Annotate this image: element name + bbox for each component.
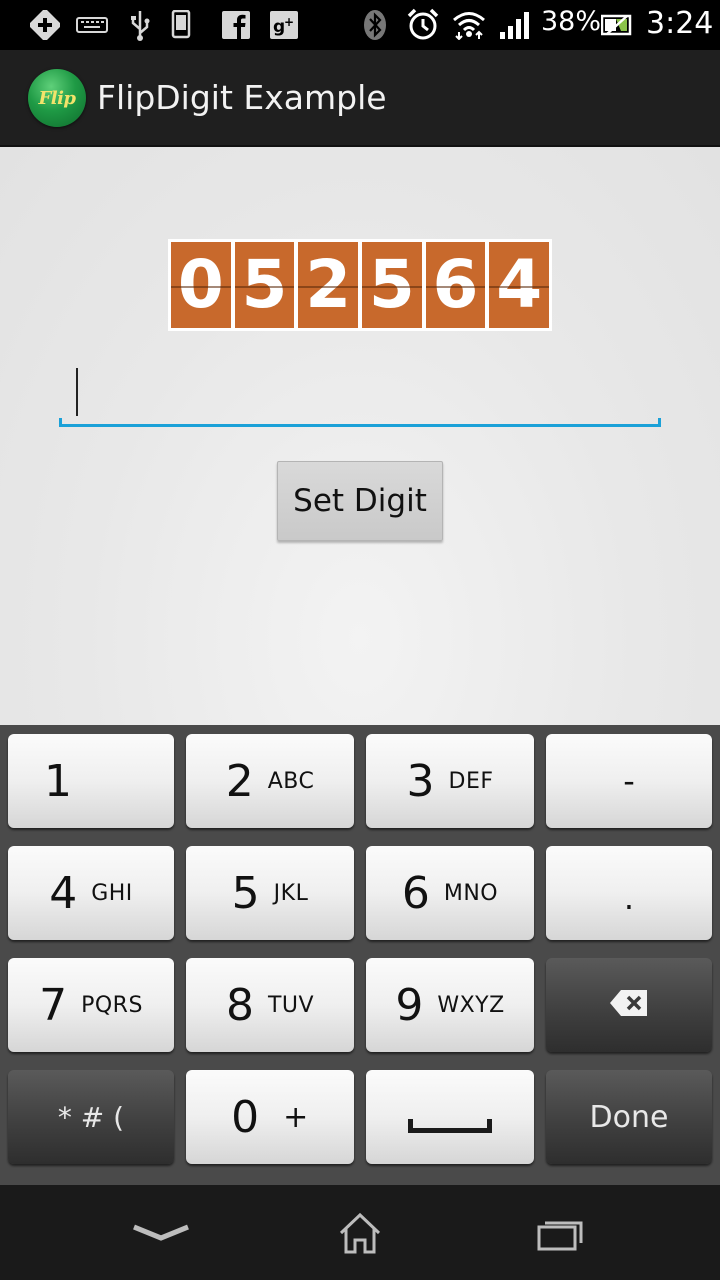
keyboard-icon [76,9,108,41]
action-bar: Flip FlipDigit Example [0,50,720,147]
battery-percent: 38% [541,6,602,37]
symbols-key[interactable]: * # ( [8,1070,174,1164]
wifi-icon [451,9,487,41]
key-8[interactable]: 8 TUV [186,958,354,1052]
flip-digit-display: 0 5 2 5 6 4 [168,239,552,331]
key-number: 2 [225,755,254,807]
space-key[interactable] [366,1070,534,1164]
key-4[interactable]: 4 GHI [8,846,174,940]
digit-input-wrapper [59,347,661,427]
key-letters: JKL [273,880,309,906]
main-content: 0 5 2 5 6 4 Set Digit [0,147,720,725]
status-bar: g + 38% 3:24 [0,0,720,50]
key-letters: PQRS [81,992,143,1018]
home-icon[interactable] [330,1209,390,1257]
key-number: 7 [39,979,68,1031]
flip-digit: 5 [234,242,295,328]
flip-digit: 5 [362,242,422,328]
backspace-key[interactable] [546,958,712,1052]
key-period[interactable]: . [546,846,712,940]
key-number: 9 [395,979,424,1031]
clock: 3:24 [646,6,714,41]
key-0[interactable]: 0 + [186,1070,354,1164]
digit-input[interactable] [59,347,661,427]
app-title: FlipDigit Example [97,78,387,117]
app-logo[interactable]: Flip [28,69,86,127]
battery-icon [600,9,634,41]
key-9[interactable]: 9 WXYZ [366,958,534,1052]
done-key[interactable]: Done [546,1070,712,1164]
key-letters: WXYZ [437,992,505,1018]
add-icon [30,9,60,41]
alarm-icon [405,8,441,41]
key-7[interactable]: 7 PQRS [8,958,174,1052]
bluetooth-icon [362,9,388,41]
signal-icon [498,9,532,41]
google-plus-icon: g + [268,9,300,41]
key-letters: TUV [267,992,315,1018]
key-number: 8 [225,979,254,1031]
numeric-keyboard: 1 2 ABC 3 DEF - 4 GHI 5 JKL 6 MNO . 7 PQRS 8 TU… [0,725,720,1185]
facebook-icon [220,9,252,41]
key-2[interactable]: 2 ABC [186,734,354,828]
key-5[interactable]: 5 JKL [186,846,354,940]
key-number: 6 [401,867,430,919]
key-symbol: - [623,762,635,800]
key-number: 0 [231,1091,260,1143]
back-icon[interactable] [131,1209,191,1257]
done-label: Done [589,1099,669,1135]
key-1[interactable]: 1 [8,734,174,828]
key-letters: ABC [267,768,315,794]
key-symbol: . [623,879,635,917]
key-letters: DEF [448,768,494,794]
phone-icon [170,9,192,41]
recent-apps-icon[interactable] [530,1209,590,1257]
text-cursor [76,368,78,416]
usb-icon [128,9,152,41]
flip-digit: 6 [425,242,486,328]
input-underline [59,418,661,427]
key-letters: MNO [443,880,499,906]
key-symbol: * # ( [57,1100,125,1134]
set-digit-button[interactable]: Set Digit [277,461,443,541]
key-number: 3 [406,755,435,807]
backspace-icon [609,989,649,1021]
flip-digit: 4 [489,242,550,328]
key-6[interactable]: 6 MNO [366,846,534,940]
key-letters: + [283,1099,309,1135]
key-number: 4 [49,867,78,919]
key-3[interactable]: 3 DEF [366,734,534,828]
logo-text: Flip [38,87,76,109]
flip-digit: 2 [298,242,359,328]
space-icon [408,1119,492,1133]
key-number: 1 [44,755,72,807]
key-minus[interactable]: - [546,734,712,828]
flip-digit: 0 [171,242,231,328]
navigation-bar [0,1185,720,1280]
key-letters: GHI [91,880,133,906]
key-number: 5 [231,867,260,919]
svg-text:+: + [284,15,294,29]
